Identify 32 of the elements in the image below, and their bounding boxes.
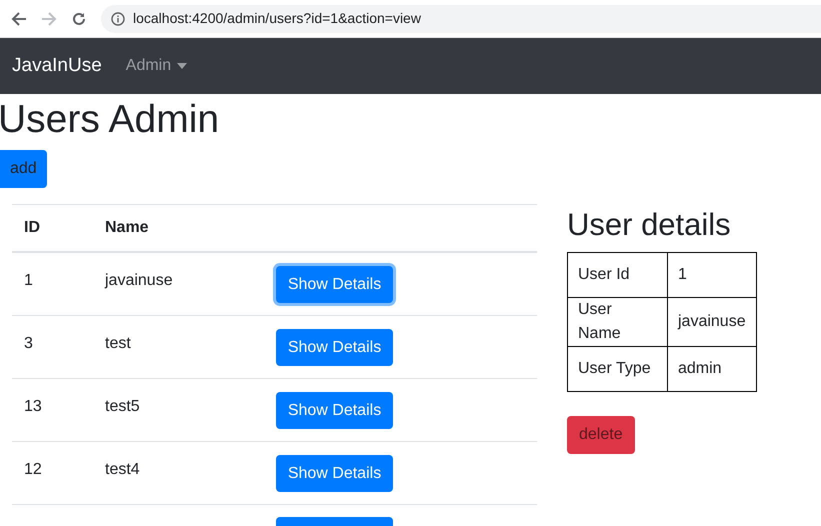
column-header: Name xyxy=(105,218,149,238)
detail-value: admin xyxy=(668,346,756,392)
detail-label: User Id xyxy=(568,252,668,298)
show-details-button[interactable]: Show Details xyxy=(276,455,393,492)
table-cell-text: test4 xyxy=(105,460,141,480)
detail-label: User Name xyxy=(568,298,668,346)
url-text: localhost:4200/admin/users?id=1&action=view xyxy=(133,9,421,28)
show-details-button[interactable]: Show Details xyxy=(276,329,393,366)
detail-value: 1 xyxy=(668,252,756,298)
delete-button[interactable]: delete xyxy=(567,416,635,454)
detail-value: javainuse xyxy=(668,298,756,346)
info-icon xyxy=(111,12,125,26)
table-cell-text: test5 xyxy=(105,397,141,417)
table-cell-text: javainuse xyxy=(105,271,174,291)
table-cell-text: test xyxy=(105,334,132,354)
details-title: User details xyxy=(567,206,732,244)
table-cell-text: 12 xyxy=(23,460,43,480)
reload-icon[interactable] xyxy=(71,10,87,26)
detail-label: User Type xyxy=(568,346,668,392)
show-details-button[interactable]: Show Details xyxy=(276,266,393,303)
caret-icon xyxy=(177,63,188,69)
show-details-button[interactable]: Show Details xyxy=(276,392,393,429)
address-bar[interactable]: localhost:4200/admin/users?id=1&action=view xyxy=(101,4,821,32)
column-header: ID xyxy=(23,218,41,238)
table-cell-text: 13 xyxy=(23,397,43,417)
admin-dropdown[interactable]: Admin xyxy=(126,54,188,78)
page-title: Users Admin xyxy=(0,97,220,143)
table-cell-text: 1 xyxy=(23,271,34,291)
back-icon[interactable] xyxy=(11,10,27,26)
brand-link[interactable]: JavaInUse xyxy=(12,52,102,80)
add-button[interactable]: add xyxy=(0,150,47,188)
table-cell-text: 3 xyxy=(23,334,34,354)
